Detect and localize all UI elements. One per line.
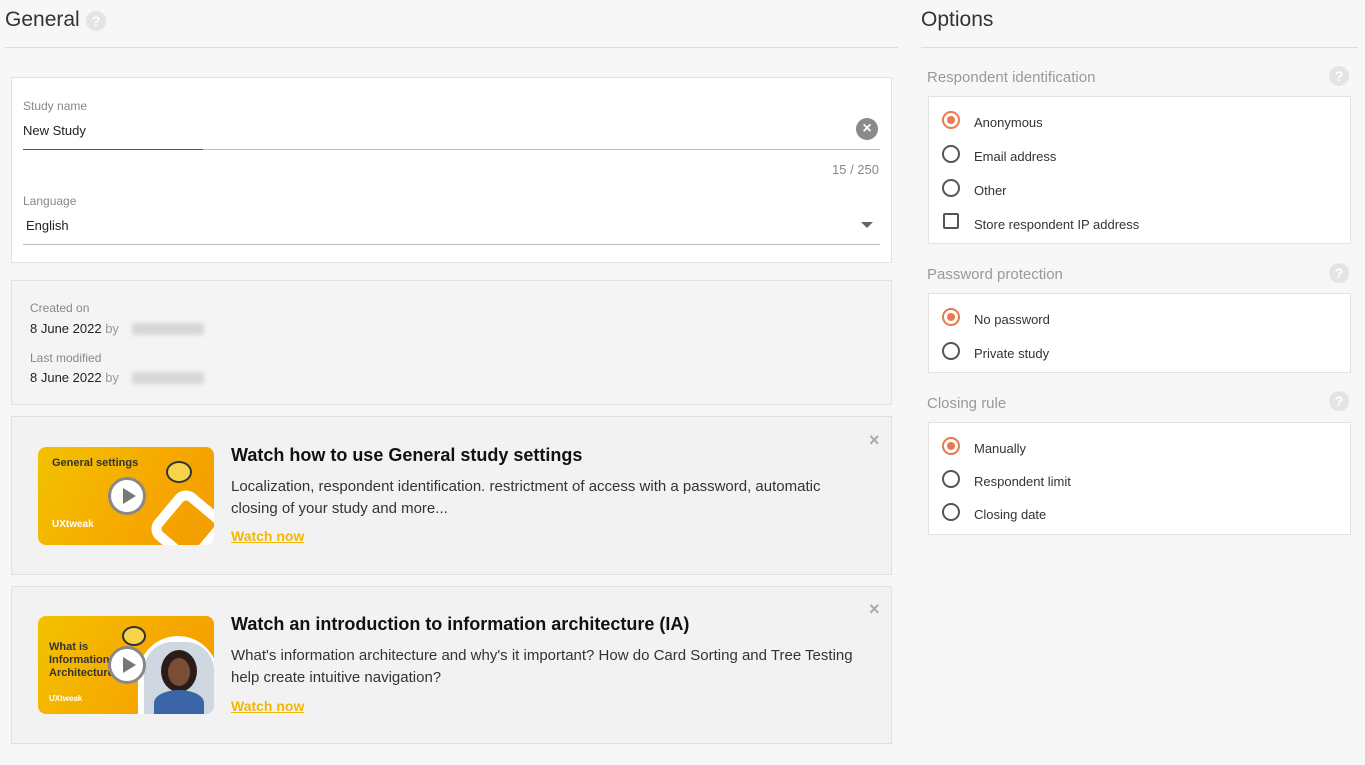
modified-by-label: by: [105, 370, 119, 385]
options-title: Options: [921, 8, 994, 31]
chevron-down-icon[interactable]: [861, 222, 873, 228]
modified-label: Last modified: [30, 351, 102, 365]
created-label: Created on: [30, 301, 90, 315]
radio-respondent-limit[interactable]: [942, 470, 960, 488]
play-icon[interactable]: [108, 477, 146, 515]
general-title: General: [5, 8, 80, 31]
study-name-label: Study name: [23, 99, 88, 113]
respondent-identification-title: Respondent identification: [927, 69, 1096, 86]
thumbnail-brand: UXtweak: [49, 694, 83, 703]
promo-description: Localization, respondent identification.…: [231, 478, 821, 517]
radio-respondent-limit-label[interactable]: Respondent limit: [974, 474, 1071, 489]
study-name-input[interactable]: New Study: [23, 123, 86, 138]
radio-private-study-label[interactable]: Private study: [974, 346, 1049, 361]
closing-rule-title: Closing rule: [927, 395, 1007, 412]
thumbnail-title: General settings: [52, 457, 139, 469]
store-ip-label[interactable]: Store respondent IP address: [974, 217, 1139, 232]
created-author-blurred: [132, 323, 204, 335]
close-icon[interactable]: ×: [869, 430, 880, 451]
promo-title: Watch an introduction to information arc…: [231, 614, 690, 634]
radio-email-address[interactable]: [942, 145, 960, 163]
modified-date: 8 June 2022 by: [30, 370, 119, 385]
options-divider: [921, 47, 1358, 48]
options-panel: Options Respondent identification ? Anon…: [920, 0, 1360, 765]
bee-icon: [166, 461, 192, 483]
password-protection-help-icon[interactable]: ?: [1329, 263, 1349, 283]
promo-card: × General settings UXtweak Watch how to …: [11, 416, 892, 575]
play-icon[interactable]: [108, 646, 146, 684]
general-divider: [5, 47, 898, 48]
study-name-underline-focus: [23, 149, 203, 150]
close-icon[interactable]: ×: [869, 599, 880, 620]
password-protection-title: Password protection: [927, 266, 1063, 283]
language-underline: [23, 244, 880, 245]
clear-icon[interactable]: ×: [856, 118, 878, 140]
respondent-identification-help-icon[interactable]: ?: [1329, 66, 1349, 86]
radio-email-address-label[interactable]: Email address: [974, 149, 1056, 164]
general-help-icon[interactable]: ?: [86, 11, 106, 31]
general-panel: General ? Study name New Study × 15 / 25…: [0, 0, 900, 765]
study-settings-card: Study name New Study × 15 / 250 Language…: [11, 77, 892, 263]
created-date: 8 June 2022 by: [30, 321, 119, 336]
promo-title: Watch how to use General study settings: [231, 445, 583, 465]
radio-anonymous-label[interactable]: Anonymous: [974, 115, 1043, 130]
modified-author-blurred: [132, 372, 204, 384]
closing-rule-card: Manually Respondent limit Closing date: [928, 422, 1351, 535]
created-by-label: by: [105, 321, 119, 336]
radio-no-password[interactable]: [942, 308, 960, 326]
radio-closing-date-label[interactable]: Closing date: [974, 507, 1046, 522]
radio-closing-date[interactable]: [942, 503, 960, 521]
radio-anonymous[interactable]: [942, 111, 960, 129]
thumbnail-shape: [145, 484, 214, 545]
password-protection-card: No password Private study: [928, 293, 1351, 373]
closing-rule-help-icon[interactable]: ?: [1329, 391, 1349, 411]
language-label: Language: [23, 194, 77, 208]
created-date-value: 8 June 2022: [30, 321, 102, 336]
radio-manually-label[interactable]: Manually: [974, 441, 1026, 456]
video-thumbnail[interactable]: What is Information Architecture UXtweak: [38, 616, 214, 714]
presenter-photo: [144, 642, 214, 714]
metadata-card: Created on 8 June 2022 by Last modified …: [11, 280, 892, 405]
radio-other[interactable]: [942, 179, 960, 197]
watch-now-link[interactable]: Watch now: [231, 528, 304, 544]
study-name-counter: 15 / 250: [832, 162, 879, 177]
store-ip-checkbox[interactable]: [943, 213, 959, 229]
radio-manually[interactable]: [942, 437, 960, 455]
language-select[interactable]: English: [26, 218, 69, 233]
radio-other-label[interactable]: Other: [974, 183, 1007, 198]
thumbnail-brand: UXtweak: [52, 519, 94, 530]
radio-no-password-label[interactable]: No password: [974, 312, 1050, 327]
radio-private-study[interactable]: [942, 342, 960, 360]
video-thumbnail[interactable]: General settings UXtweak: [38, 447, 214, 545]
modified-date-value: 8 June 2022: [30, 370, 102, 385]
respondent-identification-card: Anonymous Email address Other Store resp…: [928, 96, 1351, 244]
promo-description: What's information architecture and why'…: [231, 647, 853, 686]
bee-icon: [122, 626, 146, 646]
watch-now-link[interactable]: Watch now: [231, 698, 304, 714]
promo-card: × What is Information Architecture UXtwe…: [11, 586, 892, 744]
